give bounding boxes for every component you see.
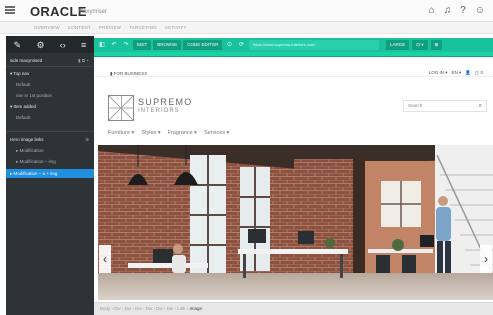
editor-toolbar: ◧ ↶ ↷ EDIT BROWSE CODE EDITOR ⊙ ⟳ https:… bbox=[94, 38, 493, 52]
hero-image[interactable]: ‹ › bbox=[98, 145, 493, 300]
tree-row-default-2[interactable]: Default bbox=[6, 113, 94, 122]
nav-services[interactable]: Services ▾ bbox=[204, 130, 229, 136]
tree-row-nav-first[interactable]: nav in 1st position bbox=[6, 91, 94, 100]
carousel-prev-button[interactable]: ‹ bbox=[99, 245, 111, 273]
screen-dropdown[interactable]: ⊡ ▾ bbox=[412, 40, 428, 50]
element-breadcrumb: Body › Div › Div › Div › Div › Div › Div… bbox=[94, 302, 493, 315]
breadcrumb-path[interactable]: Body › Div › Div › Div › Div › Div › Div… bbox=[100, 306, 190, 311]
site-preview: ▮ FOR BUSINESS LOG IN ▾ EN ▾ 👤 🛒0 SUPREM… bbox=[94, 57, 493, 302]
left-panel-footer bbox=[6, 302, 94, 315]
site-search-input[interactable]: Search ⌕ bbox=[403, 100, 487, 112]
language-select[interactable]: EN ▾ bbox=[452, 70, 462, 76]
carousel-next-button[interactable]: › bbox=[480, 245, 492, 273]
subnav-activity[interactable]: ACTIVITY bbox=[165, 25, 187, 30]
subnav-content[interactable]: CONTENT bbox=[68, 25, 91, 30]
undo-icon[interactable]: ↶ bbox=[109, 40, 119, 50]
user-icon[interactable]: ☺ bbox=[475, 5, 485, 16]
brand-subtitle: INTERIORS bbox=[138, 108, 180, 114]
breadcrumb-current[interactable]: Image bbox=[190, 306, 203, 311]
subnav-targeting[interactable]: TARGETING bbox=[129, 25, 157, 30]
tree-row-default[interactable]: Default bbox=[6, 80, 94, 89]
tree-row-top-nav[interactable]: ▾ Top nav bbox=[6, 69, 94, 78]
panel-toolbar: ✎ ⚙ ‹› ≡ bbox=[6, 36, 94, 53]
nav-furniture[interactable]: Furniture ▾ bbox=[108, 130, 134, 136]
subnav-preview[interactable]: PREVIEW bbox=[99, 25, 121, 30]
app-window: { "topbar": { "logo": "ORACLE", "product… bbox=[0, 0, 493, 315]
redo-icon[interactable]: ↷ bbox=[121, 40, 131, 50]
refresh-icon[interactable]: ⟳ bbox=[236, 40, 246, 50]
help-icon[interactable]: ? bbox=[460, 5, 466, 16]
code-icon[interactable]: ‹› bbox=[60, 40, 66, 50]
cart-icon[interactable]: 🛒0 bbox=[475, 70, 483, 76]
nav-fragrance[interactable]: Fragrance ▾ bbox=[168, 130, 197, 136]
hamburger-menu-icon[interactable] bbox=[5, 6, 15, 14]
bell-icon[interactable]: ♫ bbox=[444, 5, 452, 16]
browse-button[interactable]: BROWSE bbox=[153, 40, 182, 50]
tree-row-modification[interactable]: ▸ Modification bbox=[6, 146, 94, 155]
search-icon[interactable]: ⌕ bbox=[479, 101, 482, 111]
variant-tree-panel: ✎ ⚙ ‹› ≡ side maxymised ▮ ⧉ + ▾ Top nav D… bbox=[6, 36, 94, 302]
grid-button[interactable]: ⊞ bbox=[430, 40, 443, 50]
site-nav: Furniture ▾ Styles ▾ Fragrance ▾ Service… bbox=[108, 130, 229, 136]
tree-row-item-added[interactable]: ▾ Item added bbox=[6, 102, 94, 111]
login-link[interactable]: LOG IN ▾ bbox=[429, 70, 448, 76]
target-icon[interactable]: ⊙ bbox=[224, 40, 234, 50]
viewport-size-button[interactable]: LARGE bbox=[386, 40, 410, 50]
nav-styles[interactable]: Styles ▾ bbox=[141, 130, 160, 136]
device-icon[interactable]: ◧ bbox=[97, 40, 107, 50]
home-icon[interactable]: ⌂ bbox=[429, 5, 435, 16]
filter-icon[interactable]: ≡ bbox=[81, 40, 86, 50]
brand-logo-icon[interactable] bbox=[108, 95, 134, 121]
top-bar: ORACLE Maxymiser ⌂ ♫ ? ☺ bbox=[0, 0, 493, 22]
account-icon[interactable]: 👤 bbox=[465, 70, 471, 76]
edit-button[interactable]: EDIT bbox=[133, 40, 152, 50]
tree-row-modification-a-img[interactable]: ▸ Modification – a + img bbox=[6, 169, 94, 178]
pencil-icon[interactable]: ✎ bbox=[14, 40, 22, 50]
for-business-link[interactable]: ▮ FOR BUSINESS bbox=[110, 71, 147, 77]
gear-icon[interactable]: ⚙ bbox=[36, 40, 44, 50]
product-name: Maxymiser bbox=[78, 9, 108, 15]
subnav-overview[interactable]: OVERVIEW bbox=[34, 25, 60, 30]
code-editor-button[interactable]: CODE EDITOR bbox=[183, 40, 223, 50]
campaign-subnav: OVERVIEW CONTENT PREVIEW TARGETING ACTIV… bbox=[0, 22, 493, 34]
tree-row-modification-img[interactable]: ▸ Modification – img bbox=[6, 157, 94, 166]
brand-name: SUPREMO bbox=[138, 97, 193, 107]
tree-row-site[interactable]: side maxymised ▮ ⧉ + bbox=[6, 56, 94, 65]
url-field[interactable]: https://www.suprema-interiors.com/ bbox=[249, 40, 379, 50]
tree-row-hero-links[interactable]: Hero image links ⊕ bbox=[6, 135, 94, 144]
